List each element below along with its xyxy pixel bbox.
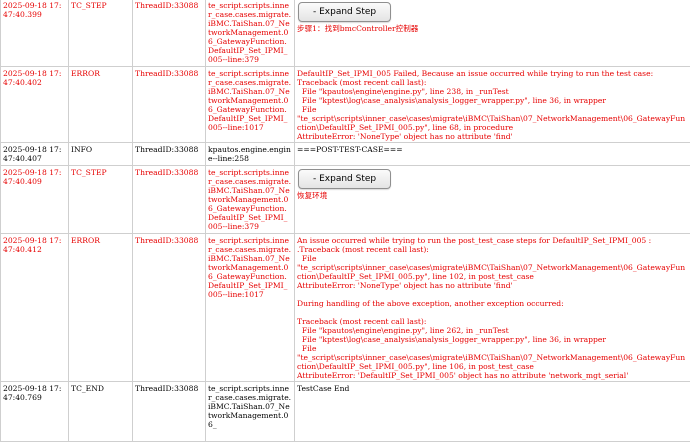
level-cell: INFO: [69, 143, 133, 166]
message-cell: - Expand Step 恢复环境: [295, 166, 690, 234]
level-cell: TC_END: [69, 382, 133, 442]
thread-cell: ThreadID:33088: [133, 166, 206, 234]
thread-cell: ThreadID:33088: [133, 0, 206, 67]
timestamp-cell: 2025-09-18 17:47:40.399: [1, 0, 69, 67]
message-cell: An issue occurred while trying to run th…: [295, 234, 690, 382]
timestamp-cell: 2025-09-18 17:47:40.769: [1, 382, 69, 442]
thread-cell: ThreadID:33088: [133, 234, 206, 382]
source-cell: kpautos.engine.engine--line:258: [206, 143, 295, 166]
expand-step-button[interactable]: - Expand Step: [298, 169, 391, 189]
message-cell: ===POST-TEST-CASE===: [295, 143, 690, 166]
level-cell: ERROR: [69, 67, 133, 143]
timestamp-cell: 2025-09-18 17:47:40.412: [1, 234, 69, 382]
log-row: 2025-09-18 17:47:40.412 ERROR ThreadID:3…: [1, 234, 690, 382]
level-cell: TC_STEP: [69, 166, 133, 234]
source-cell: te_script.scripts.inner_case.cases.migra…: [206, 67, 295, 143]
thread-cell: ThreadID:33088: [133, 67, 206, 143]
timestamp-cell: 2025-09-18 17:47:40.407: [1, 143, 69, 166]
log-row: 2025-09-18 17:47:40.399 TC_STEP ThreadID…: [1, 0, 690, 67]
thread-cell: ThreadID:33088: [133, 382, 206, 442]
source-cell: te_script.scripts.inner_case.cases.migra…: [206, 234, 295, 382]
level-cell: ERROR: [69, 234, 133, 382]
message-cell: TestCase End: [295, 382, 690, 442]
log-row: 2025-09-18 17:47:40.402 ERROR ThreadID:3…: [1, 67, 690, 143]
log-row: 2025-09-18 17:47:40.769 TC_END ThreadID:…: [1, 382, 690, 442]
message-cell: - Expand Step 步骤1：找到bmcController控制器: [295, 0, 690, 67]
timestamp-cell: 2025-09-18 17:47:40.402: [1, 67, 69, 143]
level-cell: TC_STEP: [69, 0, 133, 67]
message-cell: DefaultIP_Set_IPMI_005 Failed, Because a…: [295, 67, 690, 143]
source-cell: te_script.scripts.inner_case.cases.migra…: [206, 0, 295, 67]
step-message: 恢复环境: [297, 191, 688, 200]
thread-cell: ThreadID:33088: [133, 143, 206, 166]
log-table: 2025-09-18 17:47:40.399 TC_STEP ThreadID…: [0, 0, 690, 442]
step-message: 步骤1：找到bmcController控制器: [297, 24, 688, 33]
timestamp-cell: 2025-09-18 17:47:40.409: [1, 166, 69, 234]
log-row: 2025-09-18 17:47:40.407 INFO ThreadID:33…: [1, 143, 690, 166]
expand-step-button[interactable]: - Expand Step: [298, 2, 391, 22]
source-cell: te_script.scripts.inner_case.cases.migra…: [206, 382, 295, 442]
log-row: 2025-09-18 17:47:40.409 TC_STEP ThreadID…: [1, 166, 690, 234]
source-cell: te_script.scripts.inner_case.cases.migra…: [206, 166, 295, 234]
